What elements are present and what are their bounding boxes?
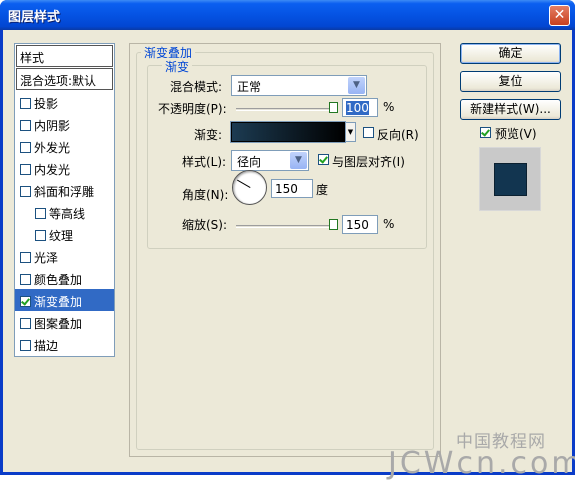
style-item-label: 纹理 xyxy=(49,229,74,243)
style-item-label: 投影 xyxy=(34,97,59,111)
angle-dial[interactable] xyxy=(232,170,267,205)
opacity-value: 100 xyxy=(346,101,369,115)
style-list: 样式 混合选项:默认 投影内阴影外发光内发光斜面和浮雕等高线纹理光泽颜色叠加渐变… xyxy=(14,43,115,357)
style-item[interactable]: 颜色叠加 xyxy=(15,267,114,289)
style-item-label: 内发光 xyxy=(34,163,71,177)
gradient-picker[interactable] xyxy=(230,121,346,143)
style-item-checkbox[interactable] xyxy=(20,318,31,329)
style-item[interactable]: 内发光 xyxy=(15,157,114,179)
style-item[interactable]: 纹理 xyxy=(15,223,114,245)
style-item[interactable]: 渐变叠加 xyxy=(15,289,114,311)
gradient-dropdown[interactable]: ▼ xyxy=(345,122,356,142)
reverse-checkbox[interactable] xyxy=(363,127,374,138)
blending-options-header[interactable]: 混合选项:默认 xyxy=(16,68,113,90)
blend-mode-label: 混合模式: xyxy=(170,80,223,94)
gradient-group: 渐变 混合模式: 正常 ▼ 不透明度(P): 100 % 渐变: ▼ 反向(R)… xyxy=(147,58,427,249)
chevron-down-icon: ▼ xyxy=(347,128,354,136)
group-title: 渐变 xyxy=(162,58,193,75)
style-item-checkbox[interactable] xyxy=(20,164,31,175)
scale-label: 缩放(S): xyxy=(182,218,228,232)
angle-input[interactable]: 150 xyxy=(271,179,313,198)
watermark-bottom: JCWcn.com xyxy=(388,446,575,481)
angle-unit: 度 xyxy=(316,183,329,197)
new-style-button[interactable]: 新建样式(W)... xyxy=(460,99,561,120)
blend-mode-select[interactable]: 正常 ▼ xyxy=(231,75,367,96)
ok-button[interactable]: 确定 xyxy=(460,43,561,64)
preview-thumbnail xyxy=(479,147,541,211)
gradient-overlay-panel: 渐变叠加 渐变 混合模式: 正常 ▼ 不透明度(P): 100 % 渐变: ▼ … xyxy=(129,43,441,457)
chevron-down-icon: ▼ xyxy=(348,77,365,94)
style-item[interactable]: 外发光 xyxy=(15,135,114,157)
style-item[interactable]: 图案叠加 xyxy=(15,311,114,333)
title-bar: 图层样式 ✕ xyxy=(0,0,575,30)
styles-header[interactable]: 样式 xyxy=(16,45,113,67)
scale-input[interactable]: 150 xyxy=(342,215,378,234)
angle-label: 角度(N): xyxy=(182,188,229,202)
style-item-label: 图案叠加 xyxy=(34,317,83,331)
scale-slider-thumb[interactable] xyxy=(329,219,338,230)
reverse-label[interactable]: 反向(R) xyxy=(377,126,419,143)
style-item-checkbox[interactable] xyxy=(20,296,31,307)
style-item-label: 外发光 xyxy=(34,141,71,155)
blend-mode-value: 正常 xyxy=(237,80,262,94)
gradient-label: 渐变: xyxy=(194,128,223,142)
style-select[interactable]: 径向 ▼ xyxy=(231,150,309,171)
preview-label[interactable]: 预览(V) xyxy=(495,125,537,142)
style-item-checkbox[interactable] xyxy=(35,230,46,241)
style-item-checkbox[interactable] xyxy=(20,120,31,131)
style-item-checkbox[interactable] xyxy=(20,274,31,285)
align-with-layer-checkbox[interactable] xyxy=(318,154,329,165)
style-item-label: 颜色叠加 xyxy=(34,273,83,287)
close-icon: ✕ xyxy=(553,7,566,23)
align-with-layer-label[interactable]: 与图层对齐(I) xyxy=(332,153,405,170)
style-item-checkbox[interactable] xyxy=(20,340,31,351)
style-item[interactable]: 描边 xyxy=(15,333,114,355)
style-item-checkbox[interactable] xyxy=(20,142,31,153)
window-title: 图层样式 xyxy=(8,10,61,25)
style-item-label: 斜面和浮雕 xyxy=(34,185,95,199)
style-item[interactable]: 投影 xyxy=(15,91,114,113)
style-item[interactable]: 等高线 xyxy=(15,201,114,223)
angle-value: 150 xyxy=(275,182,298,196)
style-label: 样式(L): xyxy=(182,155,227,169)
chevron-down-icon: ▼ xyxy=(290,152,307,169)
preview-swatch xyxy=(494,163,527,196)
opacity-percent: % xyxy=(383,100,395,114)
style-item-label: 等高线 xyxy=(49,207,86,221)
preview-checkbox[interactable] xyxy=(480,127,491,138)
style-item-label: 渐变叠加 xyxy=(34,295,83,309)
style-item-checkbox[interactable] xyxy=(35,208,46,219)
style-item[interactable]: 斜面和浮雕 xyxy=(15,179,114,201)
scale-value: 150 xyxy=(346,218,369,232)
style-item-label: 描边 xyxy=(34,339,59,353)
style-item[interactable]: 内阴影 xyxy=(15,113,114,135)
dialog-client-area: 样式 混合选项:默认 投影 内阴影 外发光 内发光 斜面和浮雕 等高线 纹理 光泽 颜色叠加 渐变… xyxy=(3,30,575,481)
watermark: 中国教程网 JCWcn.com xyxy=(388,427,575,481)
scale-percent: % xyxy=(383,217,395,231)
style-item-label: 内阴影 xyxy=(34,119,71,133)
opacity-slider-thumb[interactable] xyxy=(329,102,338,113)
dialog-window: 图层样式 ✕ 样式 混合选项:默认 投影内阴影外发光内发光斜面和浮雕等高线纹理光… xyxy=(0,0,575,481)
scale-slider[interactable] xyxy=(236,219,338,230)
style-value: 径向 xyxy=(237,155,262,169)
style-item-checkbox[interactable] xyxy=(20,186,31,197)
style-item[interactable]: 光泽 xyxy=(15,245,114,267)
style-item-label: 光泽 xyxy=(34,251,59,265)
style-item-checkbox[interactable] xyxy=(20,98,31,109)
opacity-input[interactable]: 100 xyxy=(342,98,378,117)
style-item-checkbox[interactable] xyxy=(20,252,31,263)
angle-dial-hand xyxy=(237,179,251,188)
opacity-slider[interactable] xyxy=(236,102,338,113)
close-button[interactable]: ✕ xyxy=(549,5,570,26)
reset-button[interactable]: 复位 xyxy=(460,71,561,92)
style-items: 投影内阴影外发光内发光斜面和浮雕等高线纹理光泽颜色叠加渐变叠加图案叠加描边 xyxy=(15,91,114,355)
opacity-label: 不透明度(P): xyxy=(158,102,227,116)
gradient-overlay-section: 渐变叠加 渐变 混合模式: 正常 ▼ 不透明度(P): 100 % 渐变: ▼ … xyxy=(136,44,434,450)
